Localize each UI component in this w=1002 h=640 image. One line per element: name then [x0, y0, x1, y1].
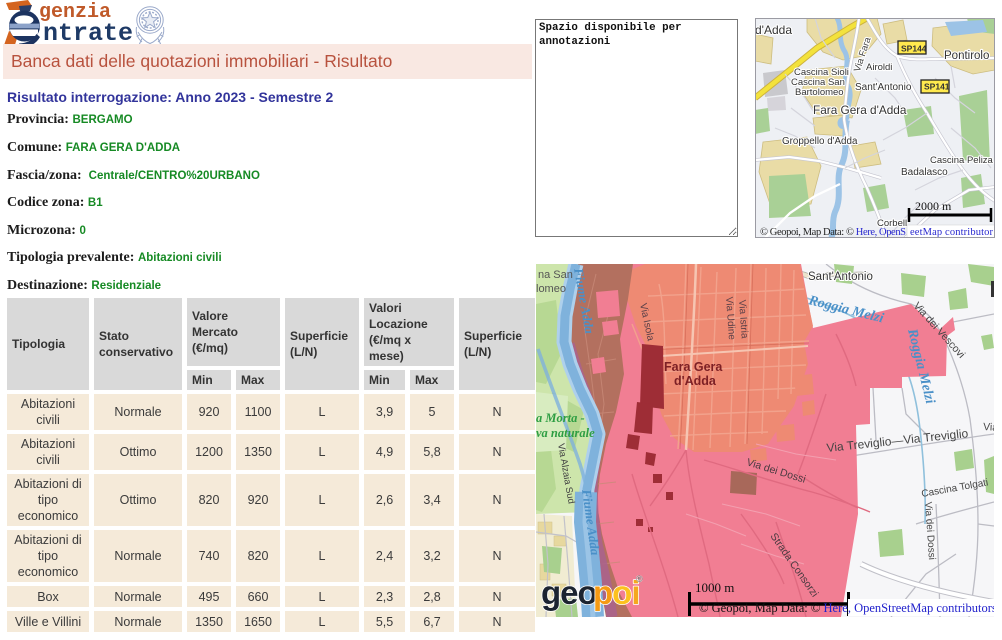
svg-text:eetMap contributor: eetMap contributor: [910, 227, 994, 238]
svg-text:Fara Gera: Fara Gera: [664, 360, 723, 374]
svg-text:SP144: SP144: [901, 44, 927, 54]
svg-text:Pontirolo: Pontirolo: [944, 50, 989, 62]
svg-text:Groppello d'Adda: Groppello d'Adda: [782, 136, 858, 147]
svg-text:Airoldi: Airoldi: [866, 62, 892, 73]
svg-text:Via: Via: [983, 421, 994, 434]
svg-text:na San: na San: [538, 269, 573, 281]
svg-text:© Geopoi, Map Data: © Here, Op: © Geopoi, Map Data: © Here, OpenS: [760, 227, 906, 238]
svg-text:Bartolomeo: Bartolomeo: [795, 87, 844, 98]
svg-text:Cascina Peliza: Cascina Peliza: [930, 155, 994, 166]
svg-text:© Geopoi, Map Data: © Here, Op: © Geopoi, Map Data: © Here, OpenStreetMa…: [699, 601, 994, 615]
svg-text:SP141: SP141: [924, 82, 950, 92]
svg-text:lomeo: lomeo: [536, 283, 566, 295]
svg-text:Badalasco: Badalasco: [901, 167, 948, 178]
svg-text:a Morta -: a Morta -: [536, 411, 585, 425]
svg-text:Sant'Antonio: Sant'Antonio: [855, 82, 912, 93]
svg-text:1000 m: 1000 m: [695, 580, 734, 595]
svg-text:Sant'Antonio: Sant'Antonio: [808, 271, 873, 283]
svg-text:2000 m: 2000 m: [915, 199, 952, 213]
svg-text:d'Adda: d'Adda: [674, 374, 717, 388]
svg-text:va naturale: va naturale: [536, 426, 595, 440]
svg-text:poi: poi: [593, 574, 640, 611]
svg-text:d'Adda: d'Adda: [755, 23, 792, 37]
svg-text:Fara Gera d'Adda: Fara Gera d'Adda: [813, 103, 907, 117]
svg-text:geo: geo: [541, 574, 597, 611]
